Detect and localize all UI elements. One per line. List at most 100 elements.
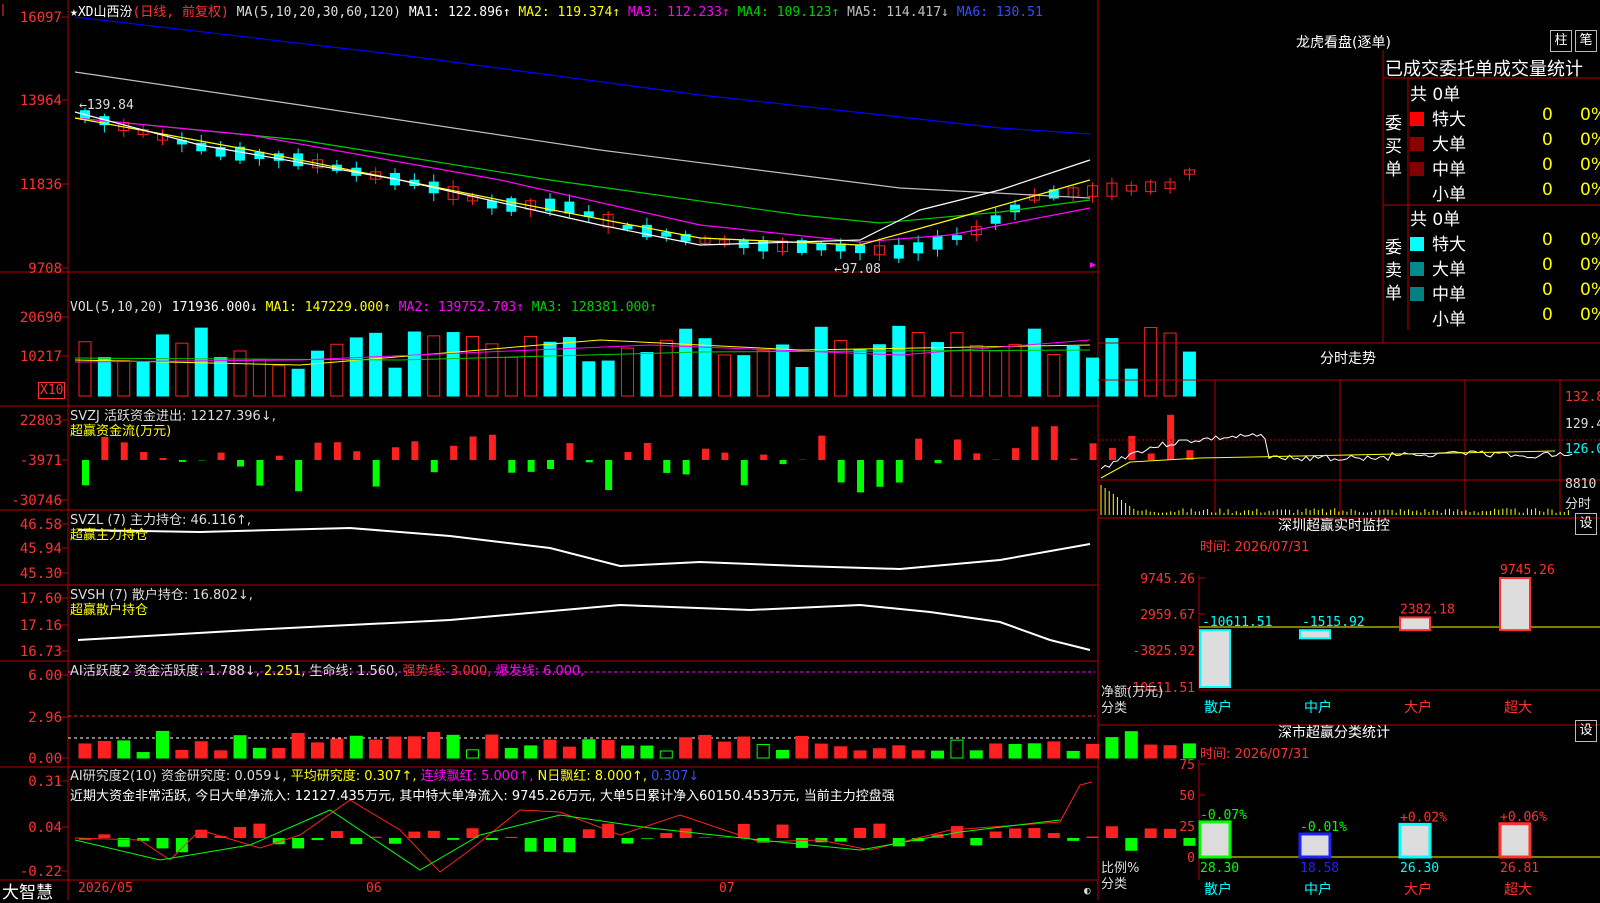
pen-mode-button[interactable]: 笔 bbox=[1575, 30, 1597, 52]
candle-down bbox=[816, 243, 826, 250]
volume-bar bbox=[234, 351, 246, 396]
ai-active-bar bbox=[273, 748, 285, 758]
order-pct: 0% bbox=[1580, 130, 1600, 150]
volume-bar bbox=[854, 350, 866, 396]
volume-bar bbox=[1048, 354, 1060, 396]
svzj-bar-positive bbox=[1070, 459, 1077, 460]
ai-active-bar bbox=[118, 741, 130, 758]
ai-research-ytick-0: 0.31 bbox=[28, 774, 62, 790]
svzj-ytick-1: -3971 bbox=[20, 453, 62, 469]
sz-monitor-settings-button[interactable]: 设 bbox=[1575, 513, 1597, 535]
ai-active-ytick-0: 6.00 bbox=[28, 668, 62, 684]
svzj-bar-positive bbox=[411, 441, 418, 460]
intraday-tick-1: 129.4 bbox=[1565, 417, 1600, 432]
volume-bar bbox=[1067, 347, 1079, 396]
candle-down bbox=[855, 245, 865, 253]
kline-ytick-0: 16097 bbox=[20, 10, 62, 26]
ai-active-bar bbox=[932, 751, 944, 758]
volume-bar bbox=[738, 356, 750, 396]
bar-mode-button[interactable]: 柱 bbox=[1550, 30, 1572, 52]
svsh-ytick-0: 17.60 bbox=[20, 591, 62, 607]
ai-active-bar bbox=[447, 735, 459, 758]
volume-bar bbox=[641, 353, 653, 396]
svzj-bar-negative bbox=[431, 460, 438, 472]
szm-category-2: 大户 bbox=[1404, 699, 1432, 716]
vol-ytick-1: 10217 bbox=[20, 349, 62, 365]
ai-strong-line: 强势线: 3.000, bbox=[403, 664, 492, 679]
ai-active-bar bbox=[641, 746, 653, 758]
ma1-value: MA1: 122.896↑ bbox=[409, 5, 511, 20]
volume-bar bbox=[331, 344, 343, 396]
x-axis-label-1: 06 bbox=[366, 881, 382, 896]
ai-active-bar bbox=[796, 737, 808, 758]
ai-active-bar bbox=[718, 742, 730, 758]
volume-bar bbox=[157, 335, 169, 396]
ai-active-bar bbox=[970, 751, 982, 758]
order-size-label: 特大 bbox=[1432, 110, 1466, 130]
volume-bar bbox=[1183, 352, 1195, 396]
szs-category-0: 散户 bbox=[1204, 881, 1232, 898]
szm-value-2: 2382.18 bbox=[1400, 602, 1455, 617]
szs-category-2: 大户 bbox=[1404, 881, 1432, 898]
ai-research-bar-pos bbox=[98, 834, 110, 838]
ai-active-bar bbox=[873, 749, 885, 758]
szs-category-3: 超大 bbox=[1504, 882, 1532, 898]
ai-active-bar bbox=[137, 753, 149, 758]
volume-bar bbox=[195, 328, 207, 396]
order-count: 0 bbox=[1542, 280, 1553, 300]
volume-bar bbox=[873, 345, 885, 396]
intraday-unit: 分时 bbox=[1565, 493, 1591, 512]
sell-order-label: 委卖单 bbox=[1385, 237, 1403, 306]
ai-active-bar bbox=[660, 751, 672, 758]
szm-bar-0 bbox=[1200, 630, 1230, 687]
ai-research-bar-pos bbox=[738, 824, 750, 838]
svzj-bar-negative bbox=[256, 460, 263, 486]
svzj-bar-negative bbox=[741, 460, 748, 485]
svsh-ytick-1: 17.16 bbox=[20, 618, 62, 634]
order-pct: 0% bbox=[1580, 230, 1600, 250]
order-pct: 0% bbox=[1580, 105, 1600, 125]
color-swatch-icon bbox=[1410, 312, 1424, 326]
svzj-bar-positive bbox=[121, 442, 128, 460]
ai-active-bar bbox=[1125, 732, 1137, 758]
buy-row: 大单00% bbox=[1410, 130, 1600, 155]
svzj-bar-positive bbox=[818, 436, 825, 460]
svzj-bar-negative bbox=[780, 460, 787, 464]
svsh-line bbox=[78, 605, 1090, 650]
ai-research-bar-pos bbox=[505, 837, 517, 838]
ai-active-bar bbox=[680, 738, 692, 758]
vol-unit-button[interactable]: X10 bbox=[38, 382, 65, 399]
volume-bar bbox=[622, 348, 634, 396]
szs-ytick-2: 25 bbox=[1179, 820, 1195, 835]
ai-research-note: 近期大资金非常活跃, 今日大单净流入: 12127.435万元, 其中特大单净流… bbox=[70, 785, 895, 804]
svsh-sub: 超赢散户持仓 bbox=[70, 599, 148, 618]
szm-bar-2 bbox=[1400, 617, 1430, 630]
ai-research-bar-pos bbox=[854, 828, 866, 838]
svzj-bar-negative bbox=[935, 460, 942, 463]
order-size-label: 小单 bbox=[1432, 185, 1466, 205]
order-pct: 0% bbox=[1580, 305, 1600, 325]
szm-category-0: 散户 bbox=[1204, 699, 1232, 716]
volume-bar bbox=[660, 340, 672, 396]
sz-stats-settings-button[interactable]: 设 bbox=[1575, 720, 1597, 742]
ai-research-bar-neg bbox=[970, 838, 982, 845]
szs-value-1: 18.58 bbox=[1300, 861, 1339, 876]
volume-bar bbox=[176, 343, 188, 396]
volume-bar bbox=[118, 361, 130, 396]
ai-active-ytick-2: 0.00 bbox=[28, 751, 62, 767]
ai-active-bar bbox=[98, 741, 110, 758]
lock-icon[interactable]: ◐ bbox=[1084, 884, 1091, 897]
sell-row: 中单00% bbox=[1410, 280, 1600, 305]
szs-ytick-3: 0 bbox=[1187, 851, 1195, 866]
sz-stats-xlabel: 分类 bbox=[1101, 873, 1127, 892]
ai-life-line: 生命线: 1.560, bbox=[310, 664, 399, 679]
app-logo: 大智慧 bbox=[2, 878, 53, 903]
ma5-line bbox=[75, 72, 1090, 198]
ai-active-bar bbox=[1087, 744, 1099, 758]
adjust-label[interactable]: (日线, 前复权) bbox=[132, 5, 228, 20]
ai-active-header: AI活跃度2 资金活跃度: 1.788↓, 2.251, 生命线: 1.560,… bbox=[70, 660, 584, 679]
ai-research-bar-neg bbox=[641, 838, 653, 839]
ai-research-avg: 平均研究度: 0.307↑, bbox=[291, 769, 417, 784]
ai-research-header: AI研究度2(10) 资金研究度: 0.059↓, 平均研究度: 0.307↑,… bbox=[70, 765, 699, 784]
stock-title[interactable]: ★XD山西汾 bbox=[70, 5, 132, 20]
